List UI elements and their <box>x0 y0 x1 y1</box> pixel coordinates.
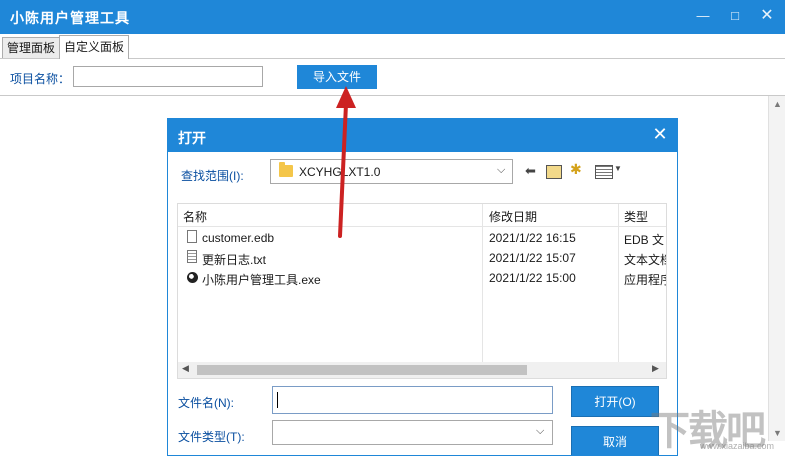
exe-icon <box>187 272 198 283</box>
scroll-down-icon[interactable]: ▼ <box>773 428 782 438</box>
look-in-value: XCYHGLXT1.0 <box>299 165 381 179</box>
file-row[interactable]: 更新日志.txt 2021/1/22 15:07 文本文档 <box>178 248 666 268</box>
window-title: 小陈用户管理工具 <box>10 10 130 26</box>
column-modified[interactable]: 修改日期 <box>489 208 537 225</box>
file-type: 应用程序 <box>624 273 666 287</box>
tab-management-panel[interactable]: 管理面板 <box>2 37 61 58</box>
scroll-right-icon[interactable]: ▶ <box>652 363 659 374</box>
file-type-label: 文件类型(T): <box>178 430 245 444</box>
dialog-title: 打开 <box>178 130 206 146</box>
file-name-input[interactable] <box>272 386 553 414</box>
tab-custom-panel[interactable]: 自定义面板 <box>59 35 130 59</box>
file-type: 文本文档 <box>624 253 666 267</box>
file-type: EDB 文 <box>624 233 665 247</box>
file-row[interactable]: 小陈用户管理工具.exe 2021/1/22 15:00 应用程序 <box>178 268 666 288</box>
file-list-horizontal-scrollbar[interactable]: ◀ ▶ <box>178 362 666 378</box>
tab-bar: 管理面板 自定义面板 <box>0 34 785 59</box>
back-arrow-icon[interactable]: ⬅ <box>525 163 536 179</box>
project-name-label: 项目名称： <box>10 72 71 86</box>
up-folder-icon[interactable] <box>546 165 562 179</box>
scroll-left-icon[interactable]: ◀ <box>182 363 189 374</box>
file-name: customer.edb <box>202 231 275 245</box>
look-in-select[interactable]: XCYHGLXT1.0 ⌵ <box>270 159 513 184</box>
dialog-close-icon[interactable]: ✕ <box>650 124 670 145</box>
file-icon <box>187 230 197 243</box>
file-modified: 2021/1/22 15:07 <box>489 251 576 265</box>
dialog-titlebar[interactable]: 打开 ✕ <box>168 119 677 152</box>
scroll-thumb[interactable] <box>197 365 527 375</box>
file-type-select[interactable]: ⌵ <box>272 420 553 445</box>
text-file-icon <box>187 250 197 263</box>
open-button[interactable]: 打开(O) <box>571 386 659 417</box>
text-caret <box>277 392 278 408</box>
minimize-icon[interactable]: — <box>690 4 716 28</box>
close-icon[interactable]: ✕ <box>754 4 780 28</box>
view-menu-icon[interactable] <box>595 165 613 179</box>
main-vertical-scrollbar[interactable]: ▲ ▼ <box>768 96 785 441</box>
column-type[interactable]: 类型 <box>624 208 648 225</box>
file-list[interactable]: 名称 修改日期 类型 customer.edb 2021/1/22 16:15 … <box>177 203 667 379</box>
file-row[interactable]: customer.edb 2021/1/22 16:15 EDB 文 <box>178 228 666 248</box>
window-titlebar[interactable]: 小陈用户管理工具 — □ ✕ <box>0 0 785 34</box>
chevron-down-icon[interactable]: ⌵ <box>536 425 544 438</box>
column-name[interactable]: 名称 <box>183 208 207 225</box>
look-in-label: 查找范围(I): <box>181 169 244 183</box>
folder-icon <box>279 162 293 177</box>
cancel-button[interactable]: 取消 <box>571 426 659 455</box>
open-file-dialog: 打开 ✕ 查找范围(I): XCYHGLXT1.0 ⌵ ⬅ ✱ ▼ 名称 修改日… <box>167 118 678 456</box>
file-modified: 2021/1/22 16:15 <box>489 231 576 245</box>
file-list-header: 名称 修改日期 类型 <box>178 204 666 227</box>
watermark-url: www.xiazaiba.com <box>700 441 775 451</box>
import-file-button[interactable]: 导入文件 <box>297 65 377 89</box>
project-name-input[interactable] <box>73 66 263 87</box>
view-menu-chevron-icon[interactable]: ▼ <box>614 164 622 173</box>
maximize-icon[interactable]: □ <box>722 4 748 28</box>
file-name: 小陈用户管理工具.exe <box>202 273 321 287</box>
file-name: 更新日志.txt <box>202 253 267 267</box>
file-modified: 2021/1/22 15:00 <box>489 271 576 285</box>
new-folder-icon[interactable]: ✱ <box>570 161 582 178</box>
chevron-down-icon[interactable]: ⌵ <box>497 164 505 177</box>
file-name-label: 文件名(N): <box>178 396 234 410</box>
project-toolbar: 项目名称： 导入文件 <box>0 59 785 96</box>
scroll-up-icon[interactable]: ▲ <box>773 99 782 109</box>
